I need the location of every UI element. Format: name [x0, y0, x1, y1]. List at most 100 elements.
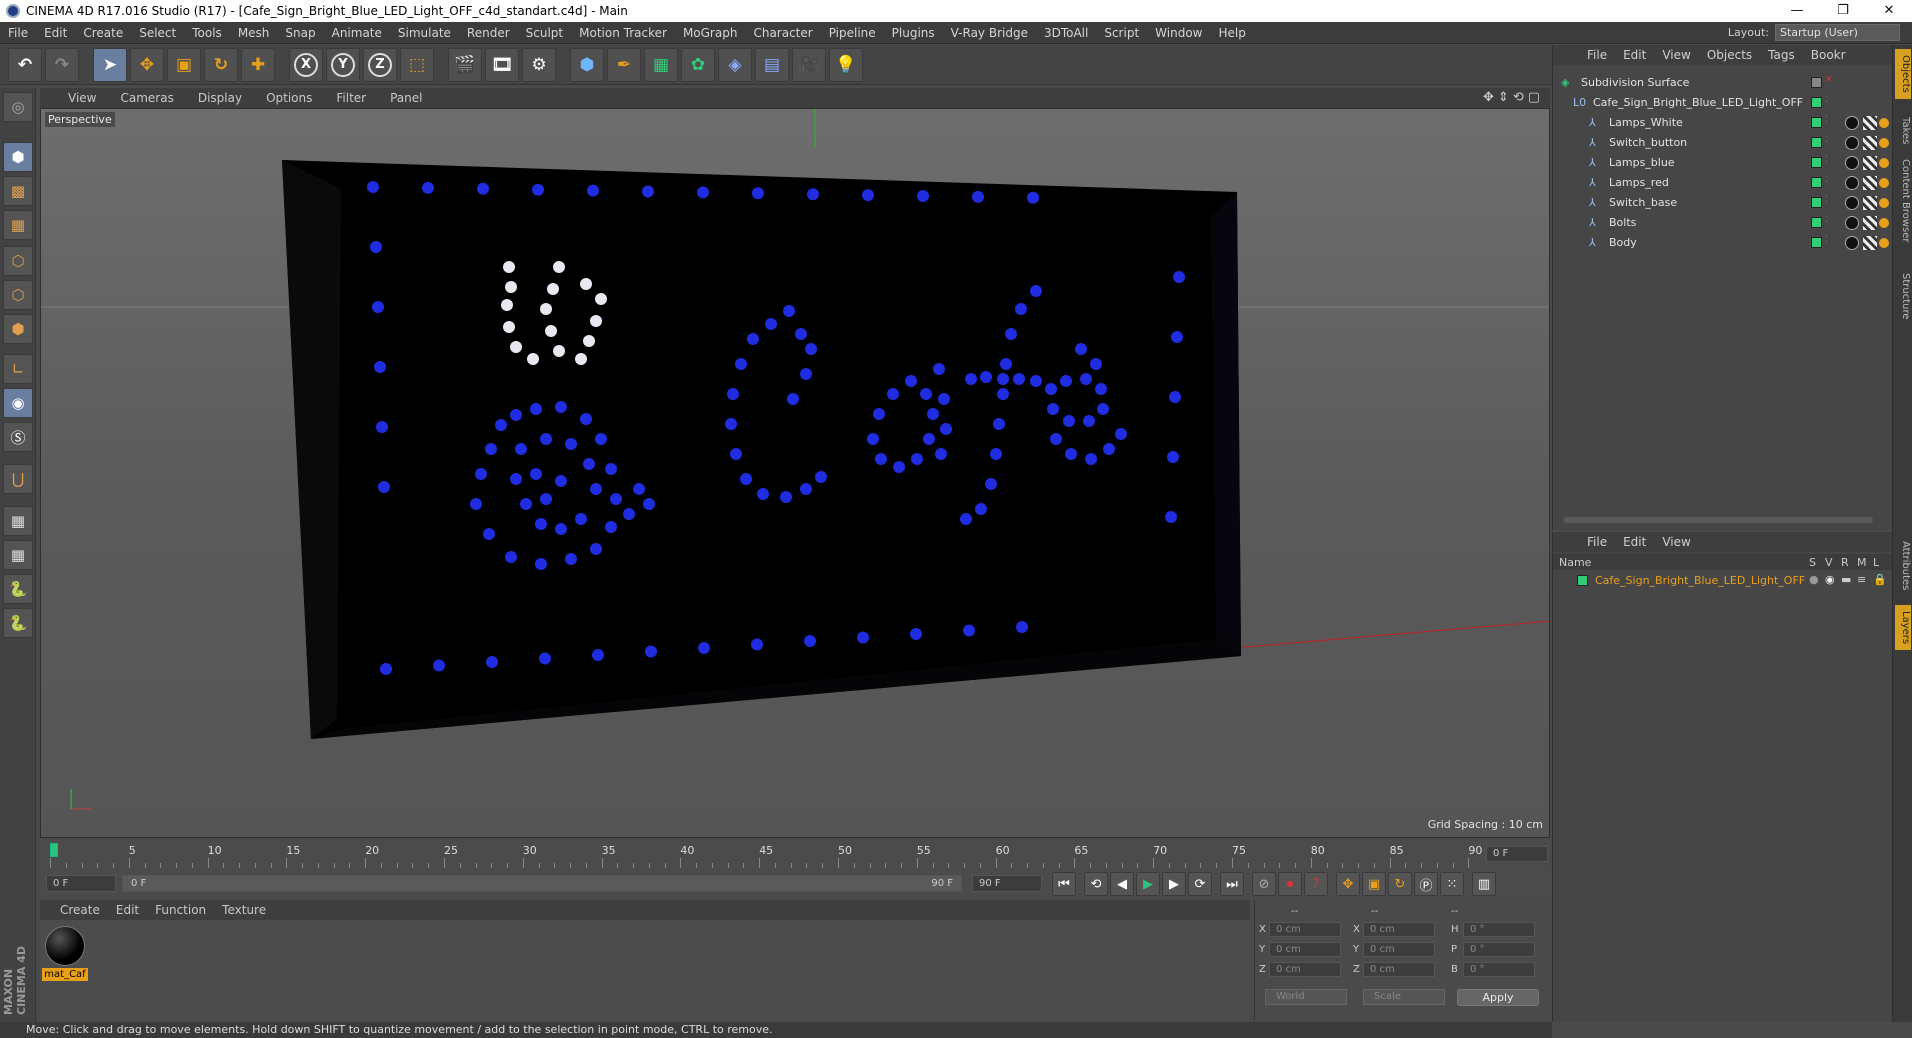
uvw-tag-icon[interactable] [1863, 136, 1877, 150]
phong-tag-icon[interactable] [1879, 138, 1889, 148]
layer-row[interactable]: Cafe_Sign_Bright_Blue_LED_Light_OFF ● ◉ … [1553, 572, 1887, 590]
polygons-mode-button[interactable]: ⬢ [3, 314, 33, 344]
next-key-button[interactable]: ⟳ [1188, 872, 1212, 896]
menu-tools[interactable]: Tools [184, 26, 230, 40]
material-name[interactable]: mat_Caf [42, 968, 88, 981]
menu-vray-bridge[interactable]: V-Ray Bridge [943, 26, 1036, 40]
go-to-end-button[interactable]: ⏭ [1220, 872, 1244, 896]
lock-workplane-button[interactable]: ▦ [3, 506, 33, 536]
layer-solo-icon[interactable]: ● [1809, 573, 1819, 586]
visibility-toggle[interactable] [1811, 117, 1822, 128]
side-tab-content-browser[interactable]: Content Browser [1895, 153, 1911, 248]
objects-menu-tags[interactable]: Tags [1760, 48, 1803, 62]
menu-3dtoall[interactable]: 3DToAll [1036, 26, 1096, 40]
disable-icon[interactable]: ✕ [1825, 75, 1833, 85]
menu-plugins[interactable]: Plugins [884, 26, 943, 40]
camera-button[interactable]: 🎥 [792, 47, 826, 82]
make-editable-button[interactable]: ◎ [3, 92, 33, 122]
menu-render[interactable]: Render [459, 26, 518, 40]
key-scale-button[interactable]: ▣ [1362, 872, 1386, 896]
pen-spline-button[interactable]: ✒ [607, 47, 641, 82]
layers-menu-view[interactable]: View [1654, 535, 1698, 549]
x-axis-button[interactable]: X [289, 47, 323, 82]
object-row[interactable]: ⅄ Bolts ⁚ [1553, 213, 1889, 233]
object-row[interactable]: ⅄ Lamps_White ⁚ [1553, 113, 1889, 133]
keyframe-selection-button[interactable]: ? [1304, 872, 1328, 896]
close-button[interactable]: ✕ [1866, 0, 1912, 22]
floor-button[interactable]: ▤ [755, 47, 789, 82]
start-frame-field[interactable]: 0 F [46, 875, 116, 892]
material-menu-edit[interactable]: Edit [108, 903, 147, 917]
render-dots-icon[interactable]: ⁚ [1825, 235, 1828, 245]
render-picture-viewer-button[interactable]: 🎞 [485, 47, 519, 82]
magnet-button[interactable]: ⋃ [3, 464, 33, 494]
size-x-field[interactable]: 0 cm [1363, 922, 1435, 937]
side-tab-layers[interactable]: Layers [1895, 605, 1911, 651]
record-keys-button[interactable]: ⊘ [1252, 872, 1276, 896]
object-row[interactable]: ⅄ Lamps_red ⁚ [1553, 173, 1889, 193]
points-mode-button[interactable]: ⬡ [3, 246, 33, 276]
light-button[interactable]: 💡 [829, 47, 863, 82]
menu-window[interactable]: Window [1147, 26, 1210, 40]
render-dots-icon[interactable]: ⁚ [1825, 195, 1828, 205]
menu-select[interactable]: Select [131, 26, 184, 40]
apply-button[interactable]: Apply [1457, 989, 1539, 1006]
visibility-toggle[interactable] [1811, 237, 1822, 248]
size-z-field[interactable]: 0 cm [1363, 962, 1435, 977]
timeline-window-button[interactable]: ▥ [1472, 872, 1496, 896]
render-dots-icon[interactable]: ⁚ [1825, 215, 1828, 225]
key-parameter-button[interactable]: Ⓟ [1414, 872, 1438, 896]
menu-edit[interactable]: Edit [36, 26, 75, 40]
axis-mode-button[interactable]: ∟ [3, 354, 33, 384]
visibility-toggle[interactable] [1811, 217, 1822, 228]
layer-render-icon[interactable]: ▬ [1841, 573, 1851, 586]
object-row[interactable]: L0 Cafe_Sign_Bright_Blue_LED_Light_OFF ⁚ [1553, 93, 1883, 113]
cube-object-button[interactable]: ⬢ [570, 47, 604, 82]
side-tab-structure[interactable]: Structure [1895, 267, 1911, 326]
viewport-menu-cameras[interactable]: Cameras [106, 91, 183, 105]
uvw-tag-icon[interactable] [1863, 196, 1877, 210]
phong-tag-icon[interactable] [1879, 198, 1889, 208]
play-button[interactable]: ▶ [1136, 872, 1160, 896]
y-axis-button[interactable]: Y [326, 47, 360, 82]
render-dots-icon[interactable]: ⁚ [1825, 115, 1828, 125]
perspective-viewport[interactable]: Perspective Grid Spacing : 10 cm [40, 108, 1550, 838]
menu-sculpt[interactable]: Sculpt [518, 26, 571, 40]
objects-menu-bookmarks[interactable]: Bookr [1803, 48, 1854, 62]
menu-pipeline[interactable]: Pipeline [821, 26, 884, 40]
viewport-menu-display[interactable]: Display [184, 91, 252, 105]
layers-menu-file[interactable]: File [1579, 535, 1615, 549]
scale-tool-button[interactable]: ▣ [167, 47, 201, 82]
material-tag-icon[interactable] [1845, 136, 1859, 150]
maximize-button[interactable]: ❐ [1820, 0, 1866, 22]
menu-file[interactable]: File [0, 26, 36, 40]
pos-y-field[interactable]: 0 cm [1269, 942, 1341, 957]
coordinate-system-button[interactable]: ⬚ [400, 47, 434, 82]
planar-workplane-button[interactable]: ▦ [3, 540, 33, 570]
layer-manager-icon[interactable]: ≡ [1857, 573, 1866, 586]
menu-mesh[interactable]: Mesh [230, 26, 278, 40]
object-row[interactable]: ⅄ Body ⁚ [1553, 233, 1889, 253]
object-row[interactable]: ⅄ Lamps_blue ⁚ [1553, 153, 1889, 173]
deformer-button[interactable]: ◈ [718, 47, 752, 82]
object-manager-scrollbar[interactable] [1563, 517, 1873, 523]
rot-p-field[interactable]: 0 ° [1463, 942, 1535, 957]
render-dots-icon[interactable]: ⁚ [1825, 155, 1828, 165]
menu-motion-tracker[interactable]: Motion Tracker [571, 26, 675, 40]
phong-tag-icon[interactable] [1879, 218, 1889, 228]
texture-mode-button[interactable]: ▩ [3, 176, 33, 206]
object-row[interactable]: ◈ Subdivision Surface ✕ [1553, 73, 1883, 93]
edit-render-settings-button[interactable]: ⚙ [522, 47, 556, 82]
material-menu-texture[interactable]: Texture [214, 903, 274, 917]
minimize-button[interactable]: — [1774, 0, 1820, 22]
frame-range-slider[interactable]: 0 F 90 F [122, 875, 962, 892]
python-button[interactable]: 🐍 [3, 574, 33, 604]
autokey-button[interactable]: ⏺ [1278, 872, 1302, 896]
visibility-toggle[interactable] [1811, 97, 1822, 108]
phong-tag-icon[interactable] [1879, 118, 1889, 128]
render-dots-icon[interactable]: ⁚ [1825, 95, 1828, 105]
timeline-ruler[interactable]: 051015202530354045505560657075808590 0 F [40, 840, 1550, 870]
render-dots-icon[interactable]: ⁚ [1825, 135, 1828, 145]
visibility-toggle[interactable] [1811, 77, 1822, 88]
size-y-field[interactable]: 0 cm [1363, 942, 1435, 957]
